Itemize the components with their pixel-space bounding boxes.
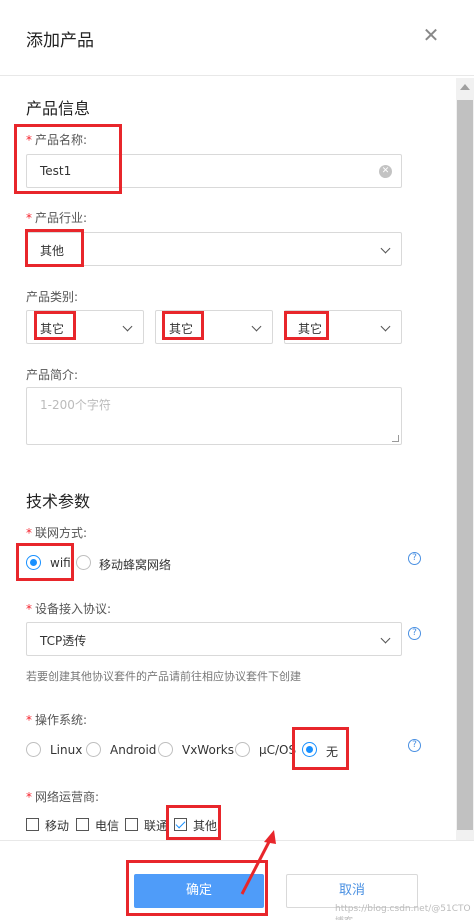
checkbox-mobile[interactable]	[26, 818, 39, 831]
product-name-value: Test1	[40, 164, 72, 178]
chevron-down-icon	[380, 633, 391, 644]
category-select-3[interactable]: 其它	[284, 310, 402, 344]
product-industry-value: 其他	[40, 244, 65, 258]
help-icon[interactable]: ?	[408, 739, 421, 752]
category-select-2[interactable]: 其它	[155, 310, 273, 344]
clear-icon[interactable]: ✕	[379, 165, 392, 178]
checkbox-telecom-label[interactable]: 电信	[95, 817, 119, 834]
radio-os-vxworks[interactable]	[158, 742, 173, 757]
cancel-button[interactable]: 取消	[286, 874, 418, 908]
network-label: * 联网方式:	[26, 526, 88, 540]
product-industry-label: * 产品行业:	[26, 211, 88, 225]
product-category-label: 产品类别:	[26, 290, 79, 304]
chevron-down-icon	[380, 321, 391, 332]
section-tech-params: 技术参数	[26, 492, 91, 511]
dialog-title: 添加产品	[26, 31, 94, 51]
checkbox-unicom-label[interactable]: 联通	[144, 817, 168, 834]
radio-cellular-label[interactable]: 移动蜂窝网络	[99, 556, 171, 573]
resize-grip-icon[interactable]	[392, 435, 399, 442]
chevron-down-icon	[380, 243, 391, 254]
annotation-arrow-icon	[240, 830, 276, 895]
close-icon[interactable]: ✕	[421, 25, 441, 46]
chevron-down-icon	[251, 321, 262, 332]
radio-cellular[interactable]	[76, 555, 91, 570]
dialog-header: 添加产品 ✕	[0, 0, 474, 76]
category-value-2: 其它	[169, 322, 194, 336]
product-intro-textarea[interactable]: 1-200个字符	[26, 387, 402, 445]
category-value-3: 其它	[298, 322, 323, 336]
protocol-hint: 若要创建其他协议套件的产品请前往相应协议套件下创建	[26, 670, 301, 683]
protocol-value: TCP透传	[40, 634, 87, 648]
radio-os-android[interactable]	[86, 742, 101, 757]
radio-wifi[interactable]	[26, 555, 41, 570]
checkbox-mobile-label[interactable]: 移动	[45, 817, 69, 834]
protocol-select[interactable]: TCP透传	[26, 622, 402, 656]
checkbox-other[interactable]	[174, 818, 187, 831]
help-icon[interactable]: ?	[408, 552, 421, 565]
radio-os-ucos-label[interactable]: μC/OS	[259, 743, 296, 757]
radio-os-none[interactable]	[302, 742, 317, 757]
radio-os-ucos[interactable]	[235, 742, 250, 757]
os-label: * 操作系统:	[26, 713, 88, 727]
scroll-up-arrow-icon[interactable]	[460, 84, 470, 90]
radio-os-none-label[interactable]: 无	[326, 743, 338, 760]
checkbox-telecom[interactable]	[76, 818, 89, 831]
chevron-down-icon	[122, 321, 133, 332]
checkbox-unicom[interactable]	[125, 818, 138, 831]
radio-os-vxworks-label[interactable]: VxWorks	[182, 743, 234, 757]
radio-os-linux-label[interactable]: Linux	[50, 743, 82, 757]
radio-os-linux[interactable]	[26, 742, 41, 757]
watermark: https://blog.csdn.net/@51CTO博客	[335, 904, 471, 920]
product-name-label: * 产品名称:	[26, 133, 88, 147]
section-product-info: 产品信息	[26, 99, 91, 118]
radio-wifi-label[interactable]: wifi	[50, 556, 71, 570]
radio-os-android-label[interactable]: Android	[110, 743, 156, 757]
checkbox-other-label[interactable]: 其他	[193, 817, 217, 834]
category-value-1: 其它	[40, 322, 65, 336]
category-select-1[interactable]: 其它	[26, 310, 144, 344]
help-icon[interactable]: ?	[408, 627, 421, 640]
scrollbar-thumb[interactable]	[457, 100, 473, 830]
protocol-label: * 设备接入协议:	[26, 602, 112, 616]
annotation-box-os-none	[292, 727, 349, 770]
product-name-input[interactable]: Test1 ✕	[26, 154, 402, 188]
carrier-label: * 网络运营商:	[26, 790, 100, 804]
product-intro-label: 产品简介:	[26, 368, 79, 382]
product-intro-placeholder: 1-200个字符	[40, 398, 111, 412]
product-industry-select[interactable]: 其他	[26, 232, 402, 266]
